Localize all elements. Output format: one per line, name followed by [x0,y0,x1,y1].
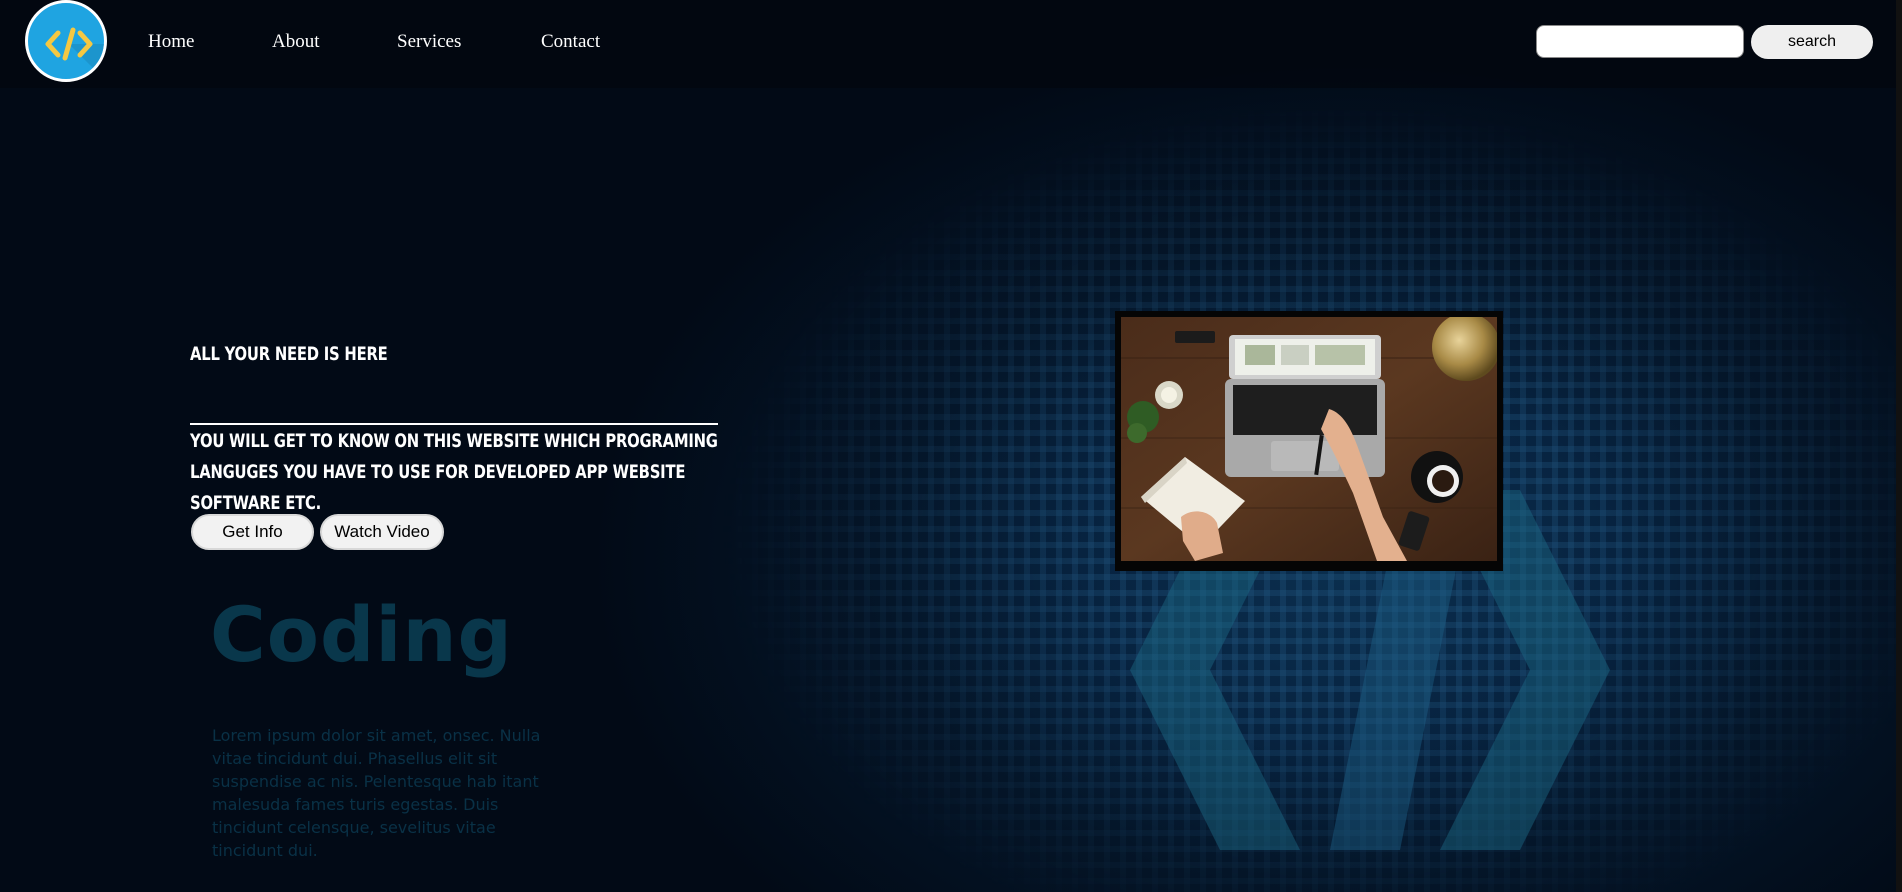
scrollbar-edge [1896,0,1902,892]
code-brackets-icon [45,27,104,79]
page: Coding Lorem ipsum dolor sit amet, onsec… [0,0,1902,892]
hero-tagline: ALL YOUR NEED IS HERE [190,343,388,365]
hero-divider [190,423,718,425]
coding-watermark-text: Lorem ipsum dolor sit amet, onsec. Nulla… [212,726,541,860]
nav-link-about[interactable]: About [272,31,320,53]
watch-video-button[interactable]: Watch Video [320,514,444,550]
laptop-desk-photo [1121,317,1497,561]
nav-link-services[interactable]: Services [397,31,461,53]
nav-link-contact[interactable]: Contact [541,31,600,53]
search-input[interactable] [1536,25,1744,58]
search-button[interactable]: search [1751,25,1873,59]
site-logo[interactable] [25,0,107,82]
coding-watermark-heading: Coding [210,590,513,679]
nav-link-home[interactable]: Home [148,31,194,53]
top-navbar: Home About Services Contact search [0,0,1902,88]
get-info-button[interactable]: Get Info [191,514,314,550]
hero-image [1115,311,1503,571]
hero-description: YOU WILL GET TO KNOW ON THIS WEBSITE WHI… [190,430,718,514]
